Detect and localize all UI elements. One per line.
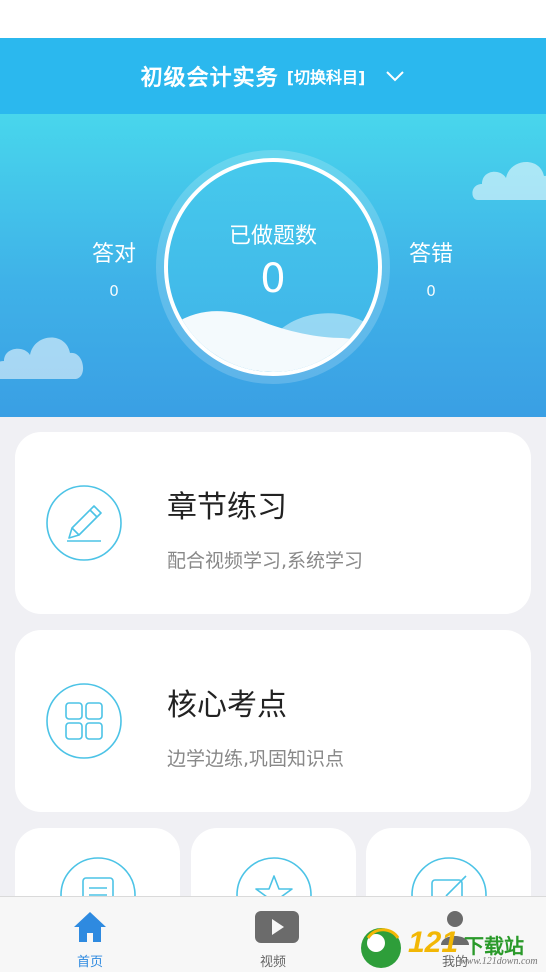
tab-label: 首页 <box>76 955 103 970</box>
chevron-down-icon[interactable] <box>385 70 405 82</box>
video-play-icon <box>255 911 299 943</box>
grid-icon <box>46 683 122 759</box>
stats-panel: 答对 0 已做题数 0 答错 0 <box>0 114 546 417</box>
tab-video[interactable]: 视频 <box>228 897 318 972</box>
correct-label: 答对 <box>91 242 136 267</box>
switch-subject-link[interactable]: [切换科目] <box>287 64 366 88</box>
card-subtitle: 配合视频学习,系统学习 <box>167 550 364 572</box>
subject-header[interactable]: 初级会计实务 [切换科目] <box>0 38 546 114</box>
done-count-label: 已做题数 <box>228 224 317 249</box>
done-count-ring[interactable]: 已做题数 0 <box>164 158 382 376</box>
home-icon <box>74 912 106 942</box>
chapter-practice-card[interactable]: 章节练习 配合视频学习,系统学习 <box>15 432 531 614</box>
tab-home[interactable]: 首页 <box>45 897 135 972</box>
cloud-decoration <box>472 162 546 200</box>
card-subtitle: 边学边练,巩固知识点 <box>167 748 345 770</box>
watermark: 121 下载站 www.121down.com <box>358 924 544 970</box>
wrong-label: 答错 <box>408 242 453 267</box>
correct-count: 0 <box>109 282 119 300</box>
watermark-logo-icon <box>361 928 401 968</box>
watermark-url: www.121down.com <box>460 956 538 967</box>
pencil-icon <box>46 485 122 561</box>
correct-stat: 答对 0 <box>74 236 154 300</box>
wrong-stat: 答错 0 <box>391 236 471 300</box>
wave-decoration <box>168 311 378 372</box>
watermark-text: 下载站 <box>464 934 524 958</box>
subject-title: 初级会计实务 <box>140 66 279 91</box>
watermark-number: 121 <box>408 926 459 959</box>
done-count-value: 0 <box>260 256 286 302</box>
status-bar <box>0 0 546 38</box>
card-title: 章节练习 <box>167 490 287 525</box>
card-title: 核心考点 <box>167 688 287 723</box>
cloud-decoration <box>0 337 84 379</box>
core-points-card[interactable]: 核心考点 边学边练,巩固知识点 <box>15 630 531 812</box>
tab-label: 视频 <box>259 955 286 970</box>
wrong-count: 0 <box>426 282 436 300</box>
